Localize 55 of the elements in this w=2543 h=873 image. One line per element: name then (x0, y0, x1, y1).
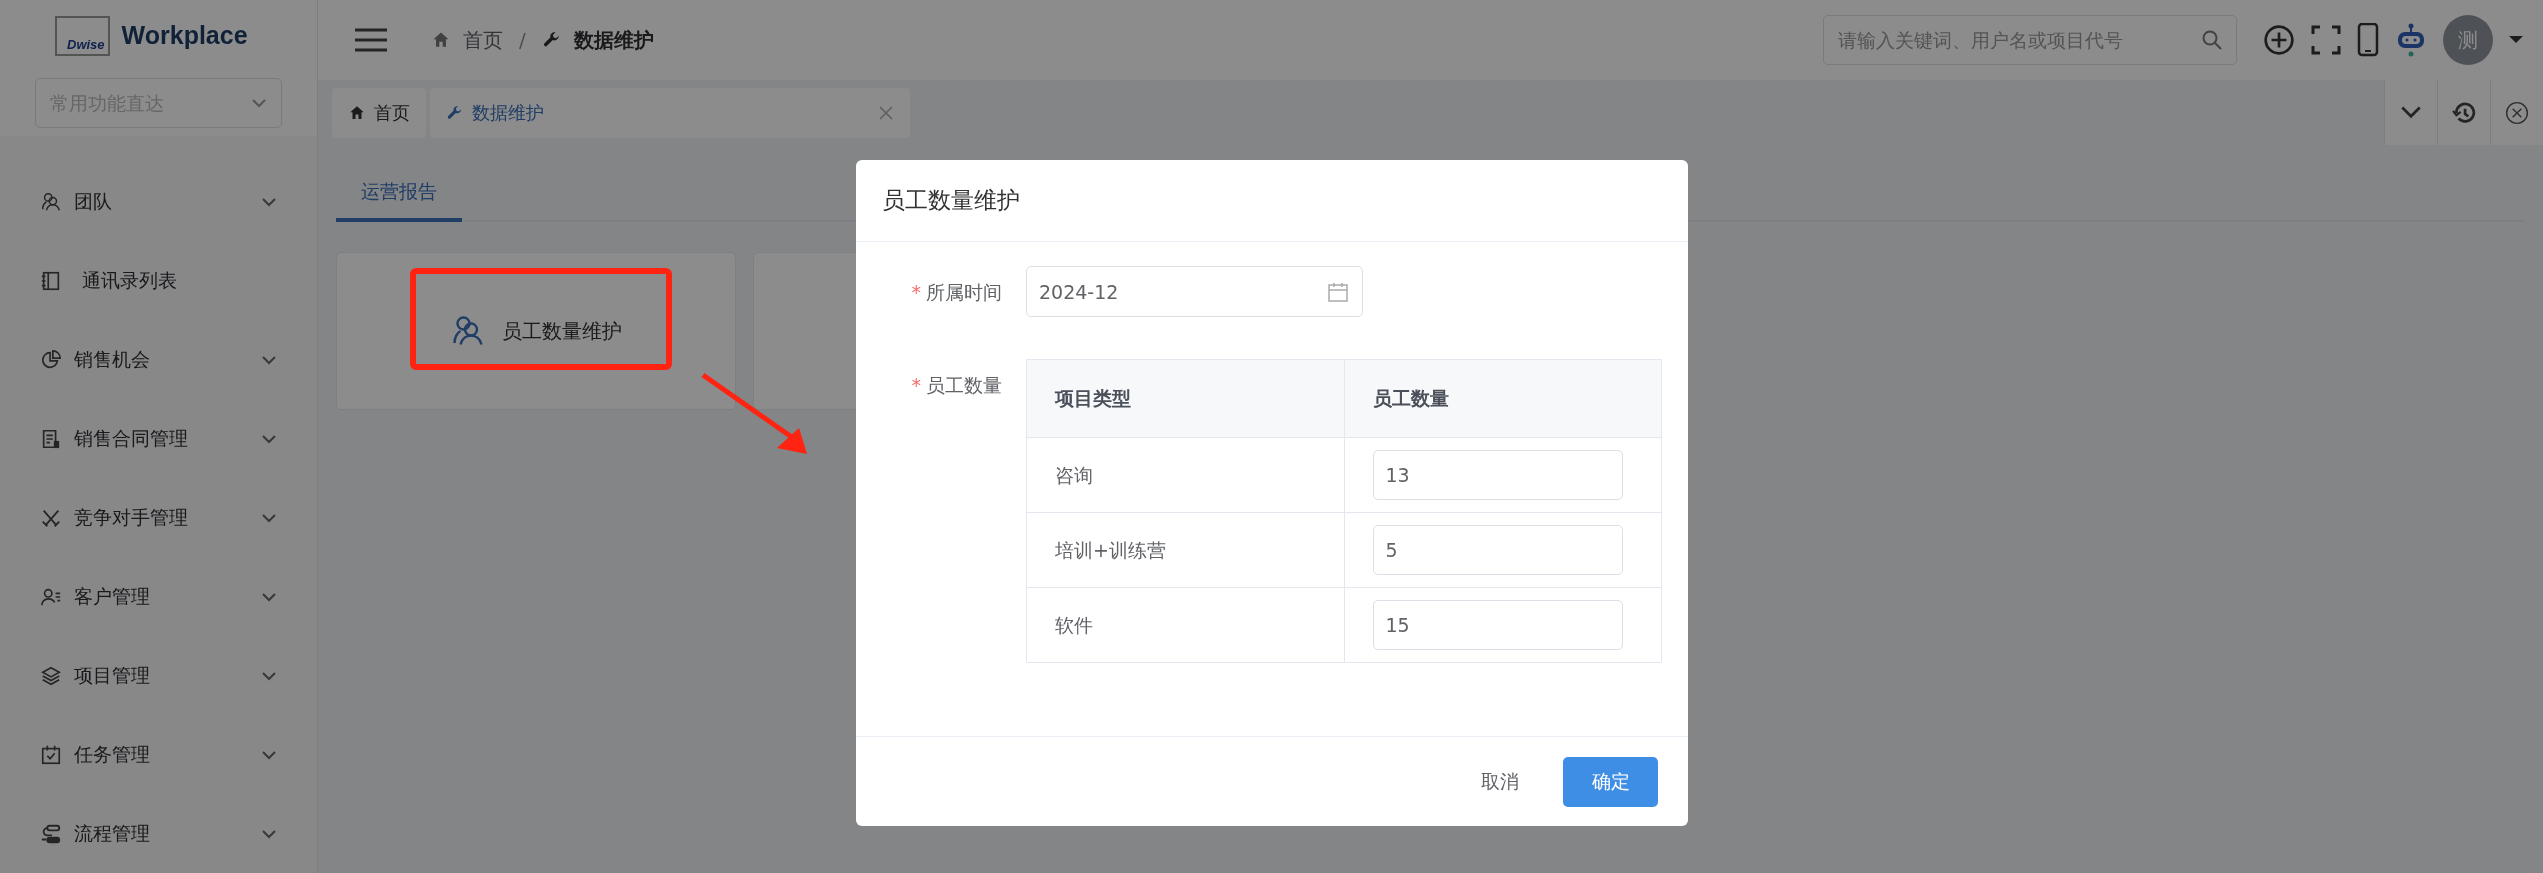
flow-icon (40, 822, 62, 845)
table-cell: 培训+训练营 (1026, 512, 1344, 588)
brand-name: Workplace (121, 21, 248, 50)
confirm-button[interactable]: 确定 (1563, 756, 1658, 807)
calendar-check-icon (40, 743, 62, 766)
menu-icon[interactable] (353, 26, 389, 54)
shortcut-card[interactable]: 员工数量维护 (336, 251, 736, 410)
column-header: 项目类型 (1026, 359, 1344, 438)
sidebar-item[interactable]: 销售机会 (0, 320, 317, 399)
people-icon (40, 190, 62, 213)
required-mark: * (911, 373, 921, 398)
required-mark: * (911, 280, 921, 305)
field-label: 员工数量 (926, 373, 1002, 398)
fullscreen-icon[interactable] (2311, 25, 2341, 55)
sidebar-item[interactable]: 流程管理 (0, 794, 317, 873)
caret-down-icon[interactable] (2509, 36, 2523, 44)
column-header: 员工数量 (1344, 359, 1662, 438)
phone-icon[interactable] (2357, 23, 2379, 57)
close-circle-icon[interactable] (2505, 100, 2529, 125)
page-tab[interactable]: 首页 (332, 87, 426, 138)
notebook-icon (40, 269, 62, 292)
sidebar-item[interactable]: 任务管理 (0, 715, 317, 794)
history-icon[interactable] (2452, 100, 2476, 125)
document-icon (40, 427, 62, 450)
sidebar-item[interactable]: 客户管理 (0, 557, 317, 636)
number-field[interactable]: 15 (1372, 600, 1623, 650)
robot-icon[interactable] (2395, 23, 2427, 57)
sidebar-item[interactable]: 通讯录列表 (0, 241, 317, 320)
search-icon[interactable] (2201, 29, 2223, 51)
section-tab[interactable]: 运营报告 (336, 165, 462, 222)
number-field[interactable]: 5 (1372, 525, 1623, 575)
pie-chart-icon (40, 348, 62, 371)
page-tab[interactable]: 数据维护 (430, 87, 910, 138)
date-field[interactable]: 2024-12 (1026, 266, 1363, 317)
layers-icon (40, 664, 62, 687)
card-label: 员工数量维护 (502, 317, 622, 345)
table-cell: 咨询 (1026, 437, 1344, 513)
field-label: 所属时间 (926, 280, 1002, 305)
sidebar-item[interactable]: 竞争对手管理 (0, 478, 317, 557)
add-circle-icon[interactable] (2263, 24, 2295, 56)
wrench-icon (446, 103, 464, 122)
breadcrumb-item[interactable]: 首页 (431, 25, 503, 55)
number-field[interactable]: 13 (1372, 450, 1623, 500)
separator: / (519, 27, 526, 54)
breadcrumb-item: 数据维护 (541, 25, 654, 55)
cancel-button[interactable]: 取消 (1461, 755, 1539, 808)
table-cell: 软件 (1026, 587, 1344, 663)
sidebar-item[interactable]: 销售合同管理 (0, 399, 317, 478)
logo-mark: Dwise (55, 15, 110, 56)
chevron-down-icon (251, 98, 267, 108)
home-icon (431, 30, 451, 50)
search-field[interactable]: 请输入关键词、用户名或项目代号 (1823, 15, 2237, 65)
sidebar-item[interactable]: 团队 (0, 162, 317, 241)
sidebar-item[interactable]: 项目管理 (0, 636, 317, 715)
dialog-title: 员工数量维护 (856, 160, 1688, 242)
